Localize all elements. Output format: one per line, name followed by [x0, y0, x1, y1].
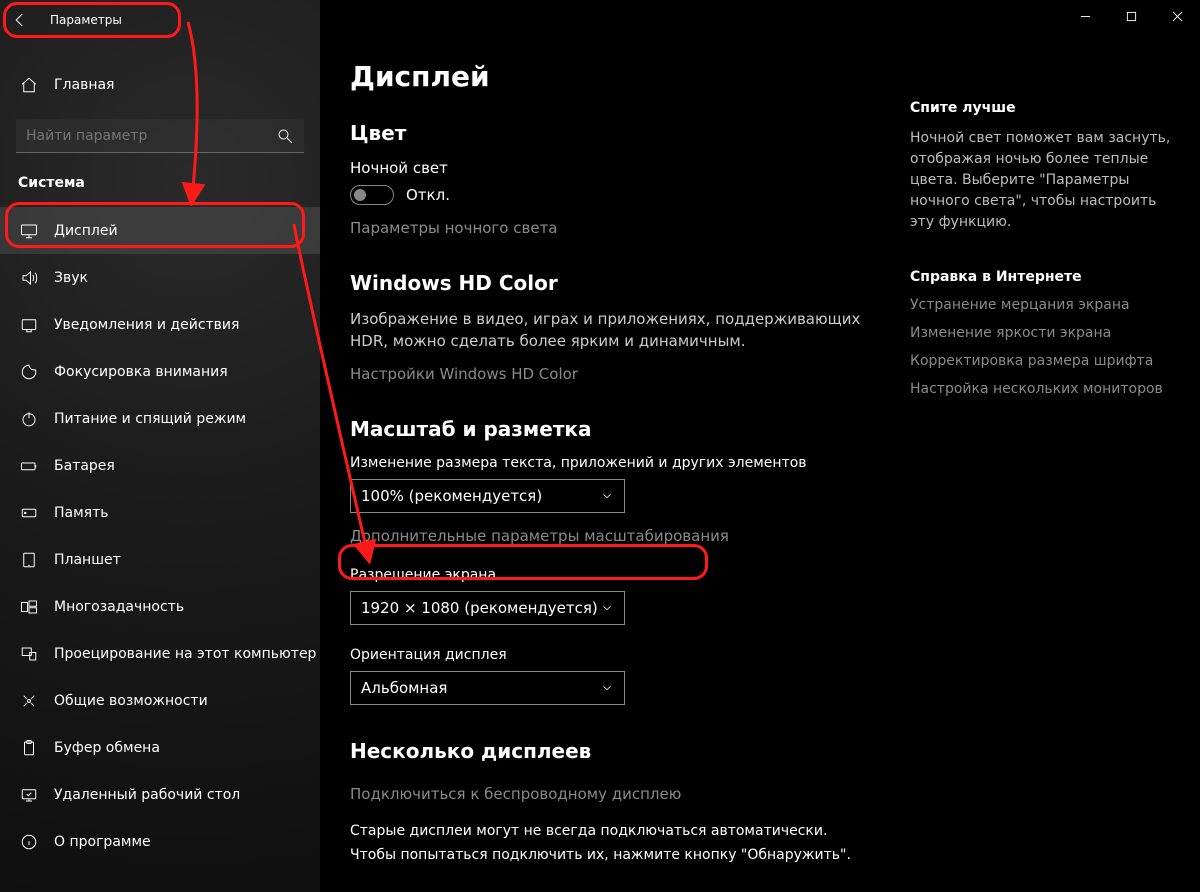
content: Дисплей Цвет Ночной свет Откл. Параметры… [320, 0, 1200, 892]
power-icon [20, 410, 38, 428]
sidebar: Параметры Главная Система Дисплей Звук Уве… [0, 0, 320, 892]
sidebar-home-label: Главная [54, 77, 114, 93]
project-icon [20, 645, 38, 663]
sidebar-item-label: О программе [54, 834, 151, 850]
help-link[interactable]: Настройка нескольких мониторов [910, 381, 1176, 397]
sidebar-item-focus[interactable]: Фокусировка внимания [0, 348, 320, 395]
chevron-down-icon [600, 601, 614, 615]
sound-icon [20, 269, 38, 287]
night-light-toggle[interactable] [350, 185, 394, 205]
sidebar-item-label: Удаленный рабочий стол [54, 787, 240, 803]
display-icon [20, 222, 38, 240]
help-link[interactable]: Устранение мерцания экрана [910, 297, 1176, 313]
sidebar-item-label: Звук [54, 270, 88, 286]
sidebar-item-storage[interactable]: Память [0, 489, 320, 536]
resolution-dropdown[interactable]: 1920 × 1080 (рекомендуется) [350, 591, 625, 625]
hdcolor-desc: Изображение в видео, играх и приложениях… [350, 309, 880, 353]
sidebar-item-sound[interactable]: Звук [0, 254, 320, 301]
clipboard-icon [20, 739, 38, 757]
sidebar-item-notif[interactable]: Уведомления и действия [0, 301, 320, 348]
resolution-label: Разрешение экрана [350, 567, 880, 583]
focus-icon [20, 363, 38, 381]
multi-desc-1: Старые дисплеи могут не всегда подключат… [350, 821, 880, 841]
sleep-better-heading: Спите лучше [910, 100, 1176, 116]
sidebar-item-label: Многозадачность [54, 599, 184, 615]
sidebar-item-label: Память [54, 505, 109, 521]
maximize-button[interactable] [1108, 0, 1154, 32]
scale-size-dropdown[interactable]: 100% (рекомендуется) [350, 479, 625, 513]
minimize-button[interactable] [1062, 0, 1108, 32]
close-button[interactable] [1154, 0, 1200, 32]
scale-advanced-link[interactable]: Дополнительные параметры масштабирования [350, 527, 729, 545]
sidebar-item-label: Планшет [54, 552, 121, 568]
window-controls [1062, 0, 1200, 32]
battery-icon [20, 457, 38, 475]
sleep-better-desc: Ночной свет поможет вам заснуть, отображ… [910, 128, 1176, 233]
sidebar-item-shared[interactable]: Общие возможности [0, 677, 320, 724]
section-scale-heading: Масштаб и разметка [350, 417, 880, 441]
search-wrap [16, 119, 304, 153]
search-input[interactable] [16, 119, 304, 153]
chevron-down-icon [600, 489, 614, 503]
sidebar-item-tablet[interactable]: Планшет [0, 536, 320, 583]
about-icon [20, 833, 38, 851]
sidebar-item-multitask[interactable]: Многозадачность [0, 583, 320, 630]
wireless-display-link[interactable]: Подключиться к беспроводному дисплею [350, 785, 681, 803]
night-light-settings-link[interactable]: Параметры ночного света [350, 219, 558, 237]
sidebar-section-label: Система [18, 175, 320, 191]
storage-icon [20, 504, 38, 522]
orientation-dropdown[interactable]: Альбомная [350, 671, 625, 705]
back-button[interactable] [0, 0, 40, 40]
night-light-label: Ночной свет [350, 159, 880, 177]
sidebar-item-battery[interactable]: Батарея [0, 442, 320, 489]
sidebar-item-label: Общие возможности [54, 693, 208, 709]
orientation-value: Альбомная [361, 679, 447, 697]
help-link[interactable]: Изменение яркости экрана [910, 325, 1176, 341]
help-heading: Справка в Интернете [910, 269, 1176, 285]
main-column: Дисплей Цвет Ночной свет Откл. Параметры… [320, 0, 910, 892]
home-icon [20, 76, 38, 94]
page-title: Дисплей [350, 60, 880, 93]
multitask-icon [20, 598, 38, 616]
sidebar-item-label: Фокусировка внимания [54, 364, 228, 380]
sidebar-item-label: Питание и спящий режим [54, 411, 246, 427]
scale-size-value: 100% (рекомендуется) [361, 487, 542, 505]
sidebar-item-label: Дисплей [54, 223, 118, 239]
sidebar-item-clipboard[interactable]: Буфер обмена [0, 724, 320, 771]
hdcolor-settings-link[interactable]: Настройки Windows HD Color [350, 365, 578, 383]
titlebar: Параметры [0, 0, 320, 40]
search-icon [276, 127, 294, 145]
chevron-down-icon [600, 681, 614, 695]
sidebar-item-label: Батарея [54, 458, 115, 474]
sidebar-item-remote[interactable]: Удаленный рабочий стол [0, 771, 320, 818]
shared-icon [20, 692, 38, 710]
multi-desc-2: Чтобы попытаться подключить их, нажмите … [350, 845, 880, 865]
sidebar-item-label: Уведомления и действия [54, 317, 239, 333]
sidebar-nav: Дисплей Звук Уведомления и действия Фокусир… [0, 207, 320, 865]
resolution-value: 1920 × 1080 (рекомендуется) [361, 599, 598, 617]
tablet-icon [20, 551, 38, 569]
section-color-heading: Цвет [350, 121, 880, 145]
scale-size-label: Изменение размера текста, приложений и д… [350, 455, 880, 471]
notif-icon [20, 316, 38, 334]
orientation-label: Ориентация дисплея [350, 647, 880, 663]
titlebar-title: Параметры [50, 13, 122, 27]
sidebar-item-power[interactable]: Питание и спящий режим [0, 395, 320, 442]
sidebar-item-about[interactable]: О программе [0, 818, 320, 865]
remote-icon [20, 786, 38, 804]
section-multi-heading: Несколько дисплеев [350, 739, 880, 763]
sidebar-home[interactable]: Главная [0, 65, 320, 105]
section-hdcolor-heading: Windows HD Color [350, 271, 880, 295]
sidebar-item-label: Проецирование на этот компьютер [54, 646, 316, 662]
sidebar-item-label: Буфер обмена [54, 740, 160, 756]
arrow-left-icon [11, 11, 29, 29]
night-light-state: Откл. [406, 186, 450, 204]
sidebar-item-display[interactable]: Дисплей [0, 207, 320, 254]
sidebar-item-project[interactable]: Проецирование на этот компьютер [0, 630, 320, 677]
help-link[interactable]: Корректировка размера шрифта [910, 353, 1176, 369]
right-column: Спите лучше Ночной свет поможет вам засн… [910, 0, 1200, 892]
